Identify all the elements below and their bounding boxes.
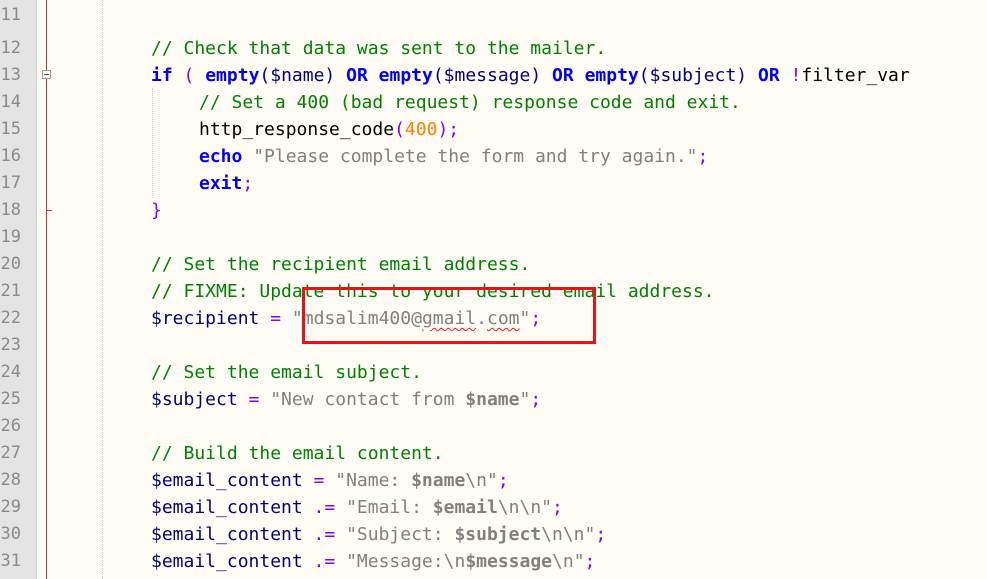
- line-number: 30: [0, 524, 21, 544]
- exit-statement: exit;: [199, 173, 254, 194]
- code-line: 23: [0, 332, 987, 359]
- line-number: 25: [0, 389, 21, 409]
- email-content-assignment: $email_content = "Name: $name\n";: [151, 470, 509, 491]
- line-number: 15: [0, 119, 21, 139]
- line-number: 12: [0, 38, 21, 58]
- code-line: 16 echo "Please complete the form and tr…: [0, 143, 987, 170]
- subject-assignment: $subject = "New contact from $name";: [151, 389, 542, 410]
- function-call: http_response_code(400);: [199, 119, 460, 140]
- code-line: 31 $email_content .= "Message:\n$message…: [0, 548, 987, 575]
- email-content-append: $email_content .= "Subject: $subject\n\n…: [151, 524, 607, 545]
- code-line: 21 // FIXME: Update this to your desired…: [0, 278, 987, 305]
- line-number: 26: [0, 416, 21, 436]
- comment: // FIXME: Update this to your desired em…: [151, 281, 715, 302]
- recipient-assignment: $recipient = "mdsalim400@gmail.com";: [151, 308, 542, 329]
- line-number: 13: [0, 65, 21, 85]
- code-line: 26: [0, 413, 987, 440]
- if-statement: if ( empty($name) OR empty($message) OR …: [151, 65, 910, 86]
- line-number: 11: [0, 5, 21, 25]
- line-number: 23: [0, 335, 21, 355]
- echo-statement: echo "Please complete the form and try a…: [199, 146, 709, 167]
- line-number: 27: [0, 443, 21, 463]
- code-line: 27 // Build the email content.: [0, 440, 987, 467]
- comment: // Build the email content.: [151, 443, 444, 464]
- spellcheck-word: com: [486, 308, 520, 329]
- code-line: 17 exit;: [0, 170, 987, 197]
- code-line: 20 // Set the recipient email address.: [0, 251, 987, 278]
- line-number: 28: [0, 470, 21, 490]
- code-line: 24 // Set the email subject.: [0, 359, 987, 386]
- spellcheck-word: gmail: [421, 308, 477, 329]
- email-content-append: $email_content .= "Email: $email\n\n";: [151, 497, 563, 518]
- code-line: 19: [0, 224, 987, 251]
- code-line: 28 $email_content = "Name: $name\n";: [0, 467, 987, 494]
- closing-brace: }: [151, 200, 162, 221]
- code-line: 22 $recipient = "mdsalim400@gmail.com";: [0, 305, 987, 332]
- code-line: 13 if ( empty($name) OR empty($message) …: [0, 62, 987, 89]
- code-line: 15 http_response_code(400);: [0, 116, 987, 143]
- comment: // Set the recipient email address.: [151, 254, 531, 275]
- comment: // Check that data was sent to the maile…: [151, 38, 607, 59]
- code-editor[interactable]: 11 12 // Check that data was sent to the…: [0, 0, 987, 579]
- line-number: 19: [0, 227, 21, 247]
- line-number: 14: [0, 92, 21, 112]
- code-line: 30 $email_content .= "Subject: $subject\…: [0, 521, 987, 548]
- comment: // Set the email subject.: [151, 362, 422, 383]
- email-content-append: $email_content .= "Message:\n$message\n"…: [151, 551, 596, 572]
- line-number: 29: [0, 497, 21, 517]
- line-number: 17: [0, 173, 21, 193]
- line-number: 21: [0, 281, 21, 301]
- code-line: 29 $email_content .= "Email: $email\n\n"…: [0, 494, 987, 521]
- line-number: 16: [0, 146, 21, 166]
- line-number: 20: [0, 254, 21, 274]
- code-line: 14 // Set a 400 (bad request) response c…: [0, 89, 987, 116]
- code-line: 12 // Check that data was sent to the ma…: [0, 35, 987, 62]
- code-line: 18 }: [0, 197, 987, 224]
- code-line: 11: [0, 2, 987, 29]
- line-number: 24: [0, 362, 21, 382]
- code-line: 25 $subject = "New contact from $name";: [0, 386, 987, 413]
- comment: // Set a 400 (bad request) response code…: [199, 92, 741, 113]
- line-number: 22: [0, 308, 21, 328]
- line-number: 18: [0, 200, 21, 220]
- line-number: 31: [0, 551, 21, 571]
